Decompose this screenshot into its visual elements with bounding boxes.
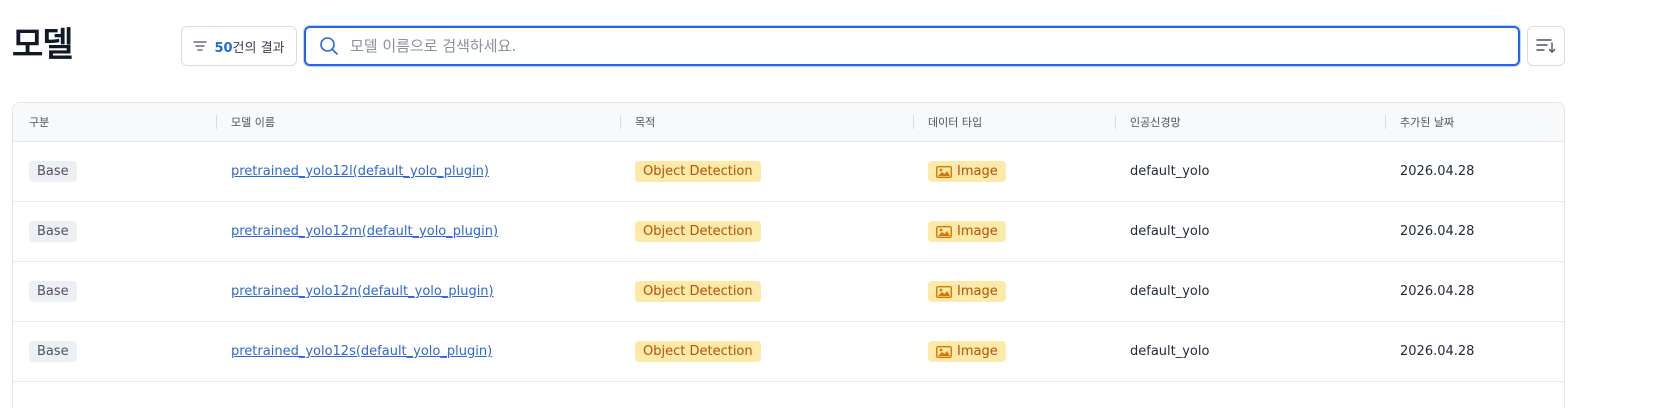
- category-badge: Base: [29, 161, 77, 182]
- purpose-badge: Object Detection: [635, 281, 761, 302]
- result-count-suffix: 건의 결과: [232, 40, 285, 56]
- network-name: default_yolo: [1130, 164, 1210, 179]
- image-icon: [936, 285, 952, 298]
- network-name: default_yolo: [1130, 284, 1210, 299]
- purpose-badge: Object Detection: [635, 341, 761, 362]
- table-row[interactable]: Base pretrained_yolo12n(default_yolo_plu…: [13, 262, 1564, 322]
- column-header-network[interactable]: 인공신경망: [1115, 103, 1181, 141]
- category-badge: Base: [29, 221, 77, 242]
- purpose-badge: Object Detection: [635, 161, 761, 182]
- search-input[interactable]: [348, 30, 1518, 62]
- network-name: default_yolo: [1130, 224, 1210, 239]
- model-name-link[interactable]: pretrained_yolo12l(default_yolo_plugin): [231, 164, 489, 179]
- column-header-purpose[interactable]: 목적: [620, 103, 655, 141]
- network-name: default_yolo: [1130, 344, 1210, 359]
- model-name-link[interactable]: pretrained_yolo12s(default_yolo_plugin): [231, 344, 492, 359]
- data-type-badge: Image: [928, 161, 1006, 182]
- column-divider: [1385, 115, 1386, 129]
- column-header-category[interactable]: 구분: [29, 103, 49, 141]
- table-header: 구분 모델 이름 목적 데이터 타입 인공신경망 추가된 날짜: [13, 103, 1564, 142]
- result-count-label: 50건의 결과: [214, 37, 284, 56]
- column-header-data-type[interactable]: 데이터 타입: [913, 103, 982, 141]
- filter-lines-icon: [193, 40, 208, 52]
- category-badge: Base: [29, 281, 77, 302]
- data-type-badge: Image: [928, 341, 1006, 362]
- purpose-badge: Object Detection: [635, 221, 761, 242]
- column-header-date-added[interactable]: 추가된 날짜: [1385, 103, 1454, 141]
- sort-list-icon: [1536, 38, 1556, 54]
- image-icon: [936, 165, 952, 178]
- table-row[interactable]: Base pretrained_yolo12l(default_yolo_plu…: [13, 142, 1564, 202]
- sort-button[interactable]: [1527, 26, 1565, 66]
- search-box[interactable]: [304, 26, 1520, 66]
- models-page: 모델 50건의 결과 모델 이름으로 검색하세요. 구분 모델 이름 목적 데이…: [0, 0, 1672, 408]
- column-header-model-name[interactable]: 모델 이름: [216, 103, 275, 141]
- column-divider: [620, 115, 621, 129]
- data-type-label: Image: [957, 224, 998, 239]
- page-title: 모델: [12, 25, 74, 65]
- date-added: 2026.04.28: [1400, 284, 1475, 299]
- model-name-link[interactable]: pretrained_yolo12m(default_yolo_plugin): [231, 224, 498, 239]
- image-icon: [936, 345, 952, 358]
- models-table: 구분 모델 이름 목적 데이터 타입 인공신경망 추가된 날짜 Base pre…: [12, 102, 1565, 408]
- data-type-badge: Image: [928, 221, 1006, 242]
- date-added: 2026.04.28: [1400, 224, 1475, 239]
- column-divider: [913, 115, 914, 129]
- column-divider: [216, 115, 217, 129]
- table-row[interactable]: Base pretrained_yolo12s(default_yolo_plu…: [13, 322, 1564, 382]
- column-divider: [1115, 115, 1116, 129]
- date-added: 2026.04.28: [1400, 164, 1475, 179]
- table-row[interactable]: Base pretrained_yolo12m(default_yolo_plu…: [13, 202, 1564, 262]
- category-badge: Base: [29, 341, 77, 362]
- filter-results-button[interactable]: 50건의 결과: [181, 26, 297, 66]
- data-type-badge: Image: [928, 281, 1006, 302]
- data-type-label: Image: [957, 344, 998, 359]
- search-icon: [318, 35, 340, 57]
- image-icon: [936, 225, 952, 238]
- result-count: 50: [214, 40, 233, 56]
- data-type-label: Image: [957, 284, 998, 299]
- model-name-link[interactable]: pretrained_yolo12n(default_yolo_plugin): [231, 284, 494, 299]
- date-added: 2026.04.28: [1400, 344, 1475, 359]
- data-type-label: Image: [957, 164, 998, 179]
